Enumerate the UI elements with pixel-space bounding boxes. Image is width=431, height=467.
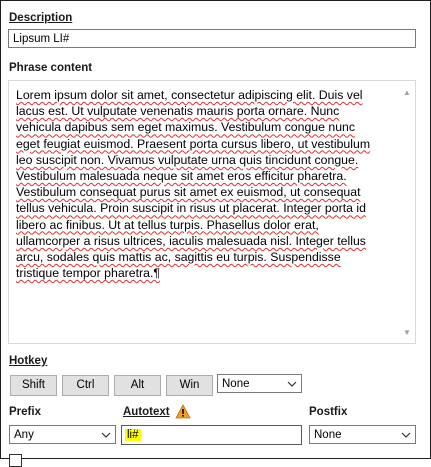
- phrase-line: tristique tempor pharetra.¶: [16, 266, 160, 281]
- postfix-select[interactable]: None: [309, 425, 416, 444]
- shift-button[interactable]: Shift: [10, 375, 57, 396]
- phrase-content-text[interactable]: Lorem ipsum dolor sit amet, consectetur …: [16, 87, 394, 281]
- chevron-down-icon: [401, 426, 411, 443]
- autotext-label: Autotext: [123, 406, 170, 418]
- bottom-checkbox[interactable]: [9, 454, 22, 467]
- ctrl-button[interactable]: Ctrl: [62, 375, 109, 396]
- phrase-line: Lorem ipsum dolor sit amet, consectetur …: [16, 88, 363, 102]
- description-input[interactable]: Lipsum LI#: [8, 29, 416, 48]
- phrase-line: Vestibulum consequat purus sit amet ex e…: [16, 185, 361, 200]
- phrase-line: lacus est. Ut vulputate venenatis mauris…: [16, 104, 340, 119]
- postfix-value: None: [314, 429, 342, 441]
- phrase-content-editor[interactable]: Lorem ipsum dolor sit amet, consectetur …: [8, 80, 416, 344]
- chevron-down-icon: [287, 375, 297, 392]
- description-label: Description: [9, 12, 73, 24]
- autotext-input[interactable]: li#: [121, 425, 302, 445]
- prefix-label: Prefix: [9, 406, 41, 418]
- hotkey-key-select[interactable]: None: [217, 374, 302, 393]
- scroll-down-icon[interactable]: ▼: [402, 328, 412, 338]
- chevron-down-icon: [101, 426, 111, 443]
- phrase-line: Vestibulum malesuada neque sit amet eros…: [16, 169, 347, 184]
- phrase-line: tellus vehicula. Proin suscipit in risus…: [16, 201, 366, 216]
- scroll-up-icon[interactable]: ▲: [402, 88, 412, 98]
- hotkey-key-value: None: [222, 378, 250, 390]
- warning-triangle-icon: [175, 404, 191, 419]
- phrase-line: arcu, sodales quis mattis ac, sagittis e…: [16, 250, 341, 265]
- editor-scrollbar[interactable]: ▲ ▼: [400, 82, 414, 342]
- prefix-value: Any: [14, 429, 34, 441]
- phrase-line: ullamcorper a risus ultrices, iaculis ma…: [16, 233, 366, 248]
- postfix-label: Postfix: [309, 406, 348, 418]
- phrase-line: leo suscipit non. Vivamus vulputate urna…: [16, 152, 359, 167]
- phrase-line: libero ac finibus. Ut at tellus turpis. …: [16, 217, 319, 232]
- autotext-value: li#: [125, 429, 141, 441]
- phrase-line: eget feugiat euismod. Praesent porta cur…: [16, 136, 371, 151]
- phrase-content-label: Phrase content: [9, 62, 93, 74]
- alt-button[interactable]: Alt: [114, 375, 161, 396]
- phrase-line: vehicula dapibus sem eget maximus. Vesti…: [16, 120, 356, 135]
- hotkey-label: Hotkey: [9, 355, 48, 367]
- prefix-select[interactable]: Any: [9, 425, 116, 444]
- win-button[interactable]: Win: [166, 375, 213, 396]
